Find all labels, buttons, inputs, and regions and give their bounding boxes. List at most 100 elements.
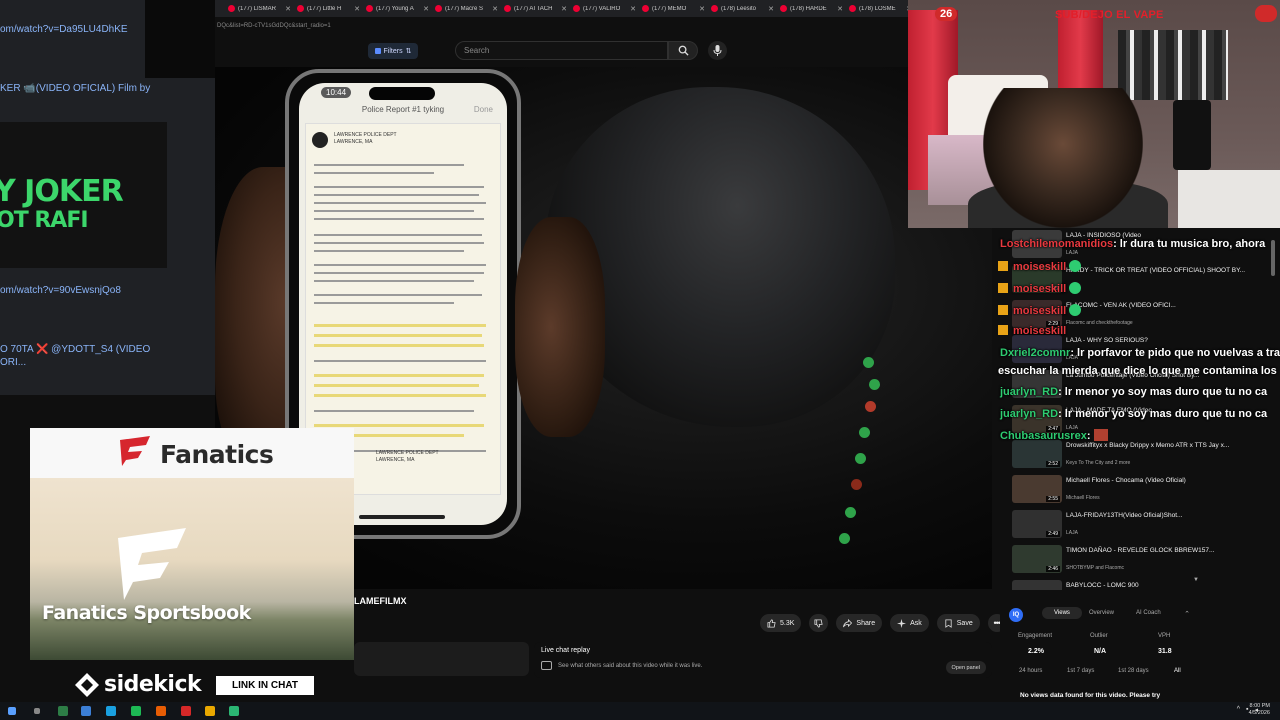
search-icon[interactable] [34, 708, 40, 714]
up-next-title[interactable]: TIMON DAÑAO - REVELDE GLOCK BBREW157... [1066, 546, 1246, 555]
open-panel-button[interactable]: Open panel [945, 661, 986, 674]
up-next-channel[interactable]: SHOTBYMP and Flacomc [1066, 565, 1124, 571]
microphone-icon [713, 45, 722, 56]
up-next-channel[interactable]: Keys To The City and 2 more [1066, 460, 1130, 466]
left-url-2[interactable]: om/watch?v=90vEwsnjQo8 [0, 285, 121, 296]
app-icon[interactable] [181, 706, 191, 716]
tab-close-icon[interactable]: ✕ [423, 5, 429, 13]
search-button[interactable] [668, 41, 698, 60]
app-icon[interactable] [156, 706, 166, 716]
sidekick-brand: sidekick [104, 672, 202, 697]
browser-icon[interactable] [81, 706, 91, 716]
sidebar-scrollbar[interactable] [1271, 240, 1275, 276]
browser-tab[interactable]: (177) VALIRO ✕ [570, 0, 639, 17]
up-next-item[interactable]: 2:49 LAJA-FRIDAY13TH(Video Oficial)Shot..… [1012, 510, 1252, 543]
browser-tab[interactable]: (177) Little H ✕ [294, 0, 363, 17]
left-video-title-1[interactable]: KER 📹(VIDEO OFICIAL) Film by [0, 82, 160, 95]
up-next-channel[interactable]: Michaell Flores [1066, 495, 1100, 501]
tab-close-icon[interactable]: ✕ [837, 5, 843, 13]
analytics-logo: IQ [1009, 608, 1023, 622]
up-next-item[interactable]: 2:55 Michaell Flores - Chocama (Video Ofi… [1012, 475, 1252, 508]
tab-views[interactable]: Views [1042, 607, 1082, 619]
chevron-up-icon[interactable]: ^ [1237, 706, 1240, 714]
tab-ai-coach[interactable]: AI Coach [1136, 610, 1161, 616]
more-dots-icon: ••• [993, 618, 1002, 628]
tab-label: (178) Leesito [721, 5, 757, 12]
browser-tab[interactable]: (177) Macre S ✕ [432, 0, 501, 17]
video-duration: 2:49 [1046, 531, 1060, 537]
browser-tab[interactable]: (178) HARDE ✕ [777, 0, 846, 17]
filters-button[interactable]: Filters ⇅ [368, 43, 418, 59]
voice-search-button[interactable] [708, 41, 727, 60]
tab-close-icon[interactable]: ✕ [354, 5, 360, 13]
like-button[interactable]: 5.3K [760, 614, 802, 632]
tab-close-icon[interactable]: ✕ [492, 5, 498, 13]
tab-close-icon[interactable]: ✕ [561, 5, 567, 13]
up-next-item[interactable]: BABYLOCC - LOMC 900 [1012, 580, 1252, 590]
range-28d[interactable]: 1st 28 days [1118, 668, 1149, 674]
youtube-favicon-icon [711, 5, 718, 12]
spotify-icon[interactable] [131, 706, 141, 716]
chat-message: juarlyn_RD: lr menor yo soy mas duro que… [1000, 386, 1267, 398]
tab-close-icon[interactable]: ✕ [768, 5, 774, 13]
tab-close-icon[interactable]: ✕ [630, 5, 636, 13]
browser-tab[interactable]: (178) LOSME✕ [846, 0, 908, 17]
left-video-thumbnail[interactable]: Y JOKER OT RAFI [0, 122, 167, 268]
tab-label: (177) Little H [307, 5, 342, 12]
app-icon[interactable] [229, 706, 239, 716]
share-button[interactable]: Share [836, 614, 883, 632]
sparkle-icon [897, 618, 907, 628]
address-bar[interactable]: DQc&list=RD-cTV1sGdDQc&start_radio=1 [215, 17, 908, 37]
police-seal-icon [312, 132, 328, 148]
chat-username: moiseskill [1013, 325, 1067, 337]
scroll-down-icon[interactable]: ▼ [1193, 577, 1199, 583]
sponsor-ad[interactable]: Fanatics Fanatics Sportsbook [30, 428, 354, 660]
range-24h[interactable]: 24 hours [1019, 668, 1042, 674]
dislike-button[interactable] [809, 614, 829, 632]
range-7d[interactable]: 1st 7 days [1067, 668, 1094, 674]
save-button[interactable]: Save [936, 614, 980, 632]
tab-close-icon[interactable]: ✕ [699, 5, 705, 13]
doc-footer: LAWRENCE POLICE DEPT LAWRENCE, MA [376, 450, 439, 463]
search-icon [678, 45, 689, 56]
up-next-title[interactable]: LAJA-FRIDAY13TH(Video Oficial)Shot... [1066, 511, 1246, 520]
clock[interactable]: 8:00 PM 4/5/2026 [1249, 703, 1270, 717]
up-next-thumbnail[interactable]: 2:55 [1012, 475, 1062, 503]
taskbar: ^ ▪ ◂ 8:00 PM 4/5/2026 [0, 702, 1280, 720]
tab-close-icon[interactable]: ✕ [285, 5, 291, 13]
chevron-up-icon[interactable]: ⌃ [1184, 610, 1190, 618]
chat-message: Lostchilemomanidios: lr dura tu musica b… [1000, 238, 1265, 250]
chat-message: Chubasaurusrex: [1000, 429, 1109, 442]
search-input[interactable]: Search [455, 41, 668, 60]
browser-tab[interactable]: (178) Leesito ✕ [708, 0, 777, 17]
description-box[interactable] [354, 642, 529, 676]
browser-tab[interactable]: (177) Young A ✕ [363, 0, 432, 17]
browser-tab[interactable]: (177) ATTACH ✕ [501, 0, 570, 17]
up-next-thumbnail[interactable] [1012, 580, 1062, 590]
browser-tab[interactable]: (177) MEMO ✕ [639, 0, 708, 17]
up-next-thumbnail[interactable]: 2:46 [1012, 545, 1062, 573]
chat-text: escuchar la mierda que dice lo que me co… [998, 365, 1277, 377]
up-next-title[interactable]: Michaell Flores - Chocama (Video Oficial… [1066, 476, 1246, 485]
browser-tab[interactable]: (177) LISMAR ✕ [225, 0, 294, 17]
tab-label: (177) MEMO [652, 5, 687, 12]
chat-username: moiseskill [1013, 261, 1067, 273]
app-icon[interactable] [205, 706, 215, 716]
up-next-item[interactable]: 2:46 TIMON DAÑAO - REVELDE GLOCK BBREW157… [1012, 545, 1252, 578]
left-url-1[interactable]: om/watch?v=Da95LU4DhKE [0, 24, 128, 35]
ask-button[interactable]: Ask [890, 614, 929, 632]
left-video-title-2[interactable]: O 70TA ❌ @YDOTT_S4 (VIDEO ORI... [0, 343, 160, 369]
up-next-title[interactable]: BABYLOCC - LOMC 900 [1066, 581, 1246, 590]
app-icon[interactable] [106, 706, 116, 716]
phone-done: Done [473, 105, 493, 114]
youtube-favicon-icon [504, 5, 511, 12]
windows-start-icon[interactable] [8, 707, 16, 715]
channel-name[interactable]: LAMEFILMX [354, 596, 407, 606]
up-next-thumbnail[interactable]: 2:49 [1012, 510, 1062, 538]
tab-overview[interactable]: Overview [1089, 610, 1114, 616]
range-all[interactable]: All [1174, 668, 1181, 674]
app-icon[interactable] [58, 706, 68, 716]
up-next-channel[interactable]: LAJA [1066, 530, 1078, 536]
link-in-chat-button[interactable]: LINK IN CHAT [216, 676, 314, 695]
chat-message: moiseskill [998, 325, 1066, 337]
